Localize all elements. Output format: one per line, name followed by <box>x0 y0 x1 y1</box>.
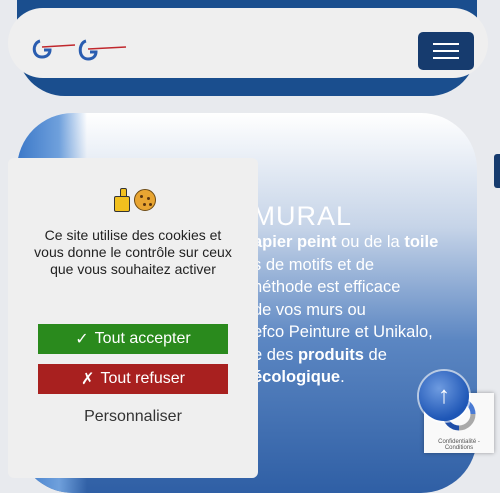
hero-line-part: s de motifs et de <box>253 255 375 274</box>
recaptcha-terms[interactable]: Confidentialité - Conditions <box>424 439 494 451</box>
hero-line-part: néthode est efficace <box>253 278 401 296</box>
refuse-all-button[interactable]: ✗ Tout refuser <box>38 364 228 394</box>
brand-logo[interactable] <box>30 33 130 65</box>
hero-line: néthode est efficace <box>253 276 463 299</box>
scroll-top-button[interactable]: ↑ <box>419 371 469 421</box>
hero-line: efco Peinture et Unikalo, <box>253 321 463 344</box>
hero-line-part: produits <box>297 345 364 364</box>
check-icon: ✓ <box>75 331 89 348</box>
accept-all-button[interactable]: ✓ Tout accepter <box>38 324 228 354</box>
hero-line-part: apier peint <box>253 233 337 251</box>
refuse-label: Tout refuser <box>100 370 185 387</box>
hero-line-part: . <box>340 368 345 386</box>
arrow-up-icon: ↑ <box>438 382 450 409</box>
hero-line: de vos murs ou <box>253 299 463 322</box>
side-tab[interactable] <box>494 154 500 188</box>
accept-label: Tout accepter <box>94 330 191 347</box>
hero-line-part: ou de la <box>336 233 405 251</box>
hero-line-part: e des <box>253 345 298 364</box>
hand-pointing-icon <box>114 188 130 212</box>
cookie-message: Ce site utilise des cookies et vous donn… <box>34 227 232 277</box>
cookie-icons <box>114 188 156 212</box>
hero-line-part: écologique <box>253 368 341 386</box>
navbar <box>8 8 488 78</box>
hero-line: e des produits de <box>253 344 463 367</box>
hero-line: s de motifs et de <box>253 254 463 277</box>
cross-icon: ✗ <box>81 371 95 388</box>
hero-line: apier peint ou de la toile <box>253 231 463 254</box>
customize-link[interactable]: Personnaliser <box>8 408 258 426</box>
cookie-consent-panel: Ce site utilise des cookies et vous donn… <box>8 158 258 478</box>
hero-line-part: efco Peinture et Unikalo, <box>253 323 433 341</box>
menu-button[interactable] <box>418 32 474 70</box>
hamburger-icon <box>433 43 459 45</box>
hero-line-part: de <box>363 345 387 364</box>
hero-line-part: de vos murs ou <box>253 300 366 319</box>
cookie-icon <box>134 189 156 211</box>
hero-line-part: toile <box>404 233 439 251</box>
hero-description: apier peint ou de la toile s de motifs et… <box>253 231 463 389</box>
